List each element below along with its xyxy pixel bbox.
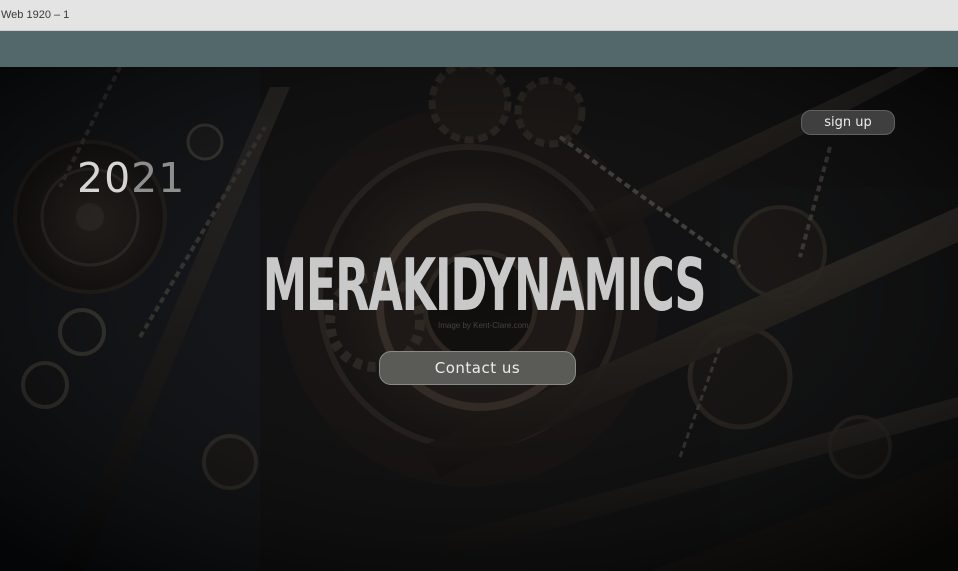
brand-title: MERAKIDYNAMICS: [262, 243, 707, 327]
year-label: 2021: [77, 154, 185, 202]
sign-up-button[interactable]: sign up: [801, 110, 895, 135]
year-label-main: 20: [77, 154, 132, 202]
top-nav-bar: [0, 31, 958, 67]
window-titlebar: Web 1920 – 1: [0, 0, 958, 31]
hero-section: 2021 MERAKIDYNAMICS Image by Kent-Clare.…: [0, 67, 958, 571]
window-title: Web 1920 – 1: [1, 9, 70, 21]
year-label-dim: 21: [131, 154, 186, 202]
contact-us-button[interactable]: Contact us: [379, 351, 576, 385]
image-watermark: Image by Kent-Clare.com: [438, 321, 529, 330]
